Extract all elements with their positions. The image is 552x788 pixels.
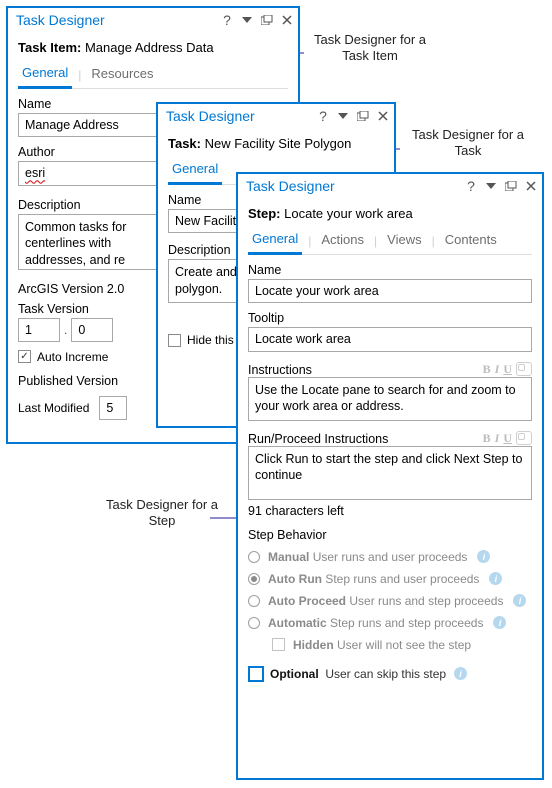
help-icon[interactable] [464,179,478,193]
checkbox-icon[interactable]: ✓ [18,350,31,363]
radio-icon[interactable] [248,595,260,607]
window-title: Task Designer [166,108,316,124]
last-modified-input[interactable] [99,396,127,420]
radio-icon[interactable] [248,551,260,563]
checkbox-icon [272,638,285,651]
restore-icon[interactable] [504,179,518,193]
tab-views[interactable]: Views [383,228,425,253]
instructions-input[interactable]: Use the Locate pane to search for and zo… [248,377,532,421]
radio-icon[interactable] [248,617,260,629]
rich-text-toolbar: B I U [483,431,532,446]
auto-increment-label: Auto Increme [37,350,108,364]
radio-manual[interactable]: Manual User runs and user proceeds i [248,550,532,564]
info-icon[interactable]: i [493,616,506,629]
underline-icon[interactable]: U [503,431,512,446]
tab-strip: General | Actions | Views | Contents [248,227,532,255]
bold-icon[interactable]: B [483,431,491,446]
window-title: Task Designer [246,178,464,194]
close-icon[interactable] [524,179,538,193]
bold-icon[interactable]: B [483,362,491,377]
menu-dropdown-icon[interactable] [240,13,254,27]
help-icon[interactable] [220,13,234,27]
breadcrumb: Step: Locate your work area [248,206,532,221]
close-icon[interactable] [280,13,294,27]
instructions-label: Instructions [248,363,312,377]
tab-strip: General | Resources [18,61,288,89]
titlebar[interactable]: Task Designer [238,174,542,198]
last-modified-label: Last Modified [18,401,89,415]
step-behavior-label: Step Behavior [248,528,532,542]
checkbox-icon[interactable] [248,666,264,682]
radio-auto-run[interactable]: Auto Run Step runs and user proceeds i [248,572,532,586]
window-title: Task Designer [16,12,220,28]
menu-dropdown-icon[interactable] [484,179,498,193]
annotation-task-item: Task Designer for a Task Item [300,32,440,65]
italic-icon[interactable]: I [495,362,500,377]
link-icon[interactable] [516,431,532,445]
version-dot: . [64,323,67,337]
radio-icon[interactable] [248,573,260,585]
window-controls [220,13,294,27]
breadcrumb: Task: New Facility Site Polygon [168,136,384,151]
help-icon[interactable] [316,109,330,123]
task-version-minor-input[interactable] [71,318,113,342]
info-icon[interactable]: i [513,594,526,607]
window-controls [316,109,390,123]
name-input[interactable] [248,279,532,303]
titlebar[interactable]: Task Designer [158,104,394,128]
tab-actions[interactable]: Actions [317,228,368,253]
italic-icon[interactable]: I [495,431,500,446]
optional-row[interactable]: Optional User can skip this step i [248,666,532,682]
info-icon[interactable]: i [454,667,467,680]
titlebar[interactable]: Task Designer [8,8,298,32]
link-icon[interactable] [516,362,532,376]
annotation-task: Task Designer for a Task [398,127,538,160]
run-proceed-input[interactable]: Click Run to start the step and click Ne… [248,446,532,500]
info-icon[interactable]: i [489,572,502,585]
menu-dropdown-icon[interactable] [336,109,350,123]
tab-resources[interactable]: Resources [87,62,157,87]
rich-text-toolbar: B I U [483,362,532,377]
tab-separator: | [72,68,87,82]
restore-icon[interactable] [356,109,370,123]
info-icon[interactable]: i [477,550,490,563]
run-proceed-label: Run/Proceed Instructions [248,432,388,446]
checkbox-icon[interactable] [168,334,181,347]
tab-contents[interactable]: Contents [441,228,501,253]
underline-icon[interactable]: U [503,362,512,377]
restore-icon[interactable] [260,13,274,27]
annotation-step: Task Designer for a Step [92,497,232,530]
tooltip-label: Tooltip [248,311,532,325]
window-step: Task Designer Step: Locate your work are… [236,172,544,780]
radio-auto-proceed[interactable]: Auto Proceed User runs and step proceeds… [248,594,532,608]
tab-general[interactable]: General [248,227,302,255]
close-icon[interactable] [376,109,390,123]
breadcrumb: Task Item: Manage Address Data [18,40,288,55]
tab-general[interactable]: General [168,157,222,185]
tooltip-input[interactable] [248,327,532,351]
tab-general[interactable]: General [18,61,72,89]
task-version-major-input[interactable] [18,318,60,342]
hidden-row: Hidden User will not see the step [272,638,532,652]
name-label: Name [248,263,532,277]
chars-left: 91 characters left [248,504,532,518]
window-controls [464,179,538,193]
radio-automatic[interactable]: Automatic Step runs and step proceeds i [248,616,532,630]
